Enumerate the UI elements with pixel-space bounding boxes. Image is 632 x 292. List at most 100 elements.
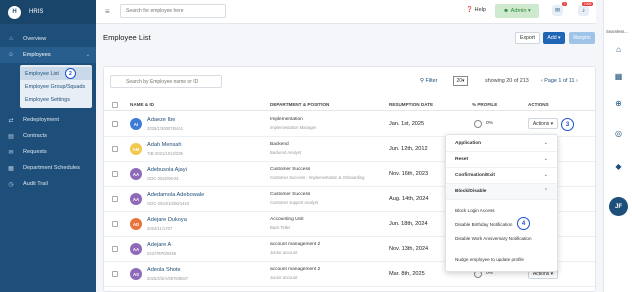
apps-grid-icon[interactable]: ▦ [612,70,625,83]
pagination[interactable]: ‹ Page 1 of 11 › [541,78,578,84]
pager-label: Page 1 of 11 [544,78,575,84]
employee-name-search-input[interactable] [110,75,222,88]
home-icon: ⌂ [9,36,13,42]
sidebar-item-department-schedules[interactable]: ▦ Department Schedules [0,160,96,176]
row-checkbox[interactable] [112,271,118,277]
resync-button[interactable]: Resync [569,32,595,44]
sidebar-item-employees[interactable]: ☺ Employees ⌄ [0,47,96,63]
audit-icon: ◷ [8,181,14,188]
step-callout-4: 4 [517,217,530,230]
row-checkbox[interactable] [112,246,118,252]
employee-name[interactable]: Adejare Dukoya [147,217,187,223]
sidebar-item-label: Department Schedules [23,165,80,171]
employee-name[interactable]: Adaeze Ibe [147,117,175,123]
department: Customer Success [270,167,311,172]
add-button[interactable]: Add ▾ [543,32,565,44]
employee-avatar: AA [130,243,142,255]
request-icon: ✉ [8,149,14,156]
position: Customer support Analyst [270,200,318,205]
menu-item-disable-birthday-notification[interactable]: Disable Birthday Notification [455,222,512,227]
position: Back Teller [270,225,291,230]
menu-item-block-login[interactable]: Block Login Access [455,208,495,213]
employee-avatar: AD [130,218,142,230]
chevron-down-icon: ⌄ [543,140,548,146]
sidebar-item-requests[interactable]: ✉ Requests [0,144,96,160]
employee-name[interactable]: Adejare A [147,242,171,248]
brand[interactable]: H HRIS [0,0,96,24]
employee-name[interactable]: Adeola Shote [147,267,181,273]
submenu-item-employee-list[interactable]: Employee List 2 [20,67,92,80]
select-all-checkbox[interactable] [112,102,118,108]
notification-badge: 1968 [582,2,593,6]
menu-section-application[interactable]: Application ⌄ [446,136,557,152]
profile-progress-icon [474,120,482,128]
sidebar-item-label: Audit Trail [23,181,48,187]
resumption-date: Jan. 1st, 2025 [389,121,425,127]
resumption-date: Jun. 18th, 2024 [389,221,428,227]
document-icon: ▤ [8,133,14,140]
submenu-item-employee-groups[interactable]: Employee Group/Squads [20,80,92,93]
chevron-right-icon[interactable]: › [576,78,578,84]
row-checkbox[interactable] [112,171,118,177]
department: Accounting Unit [270,217,304,222]
page-size-select[interactable]: 20 ▾ [453,76,468,86]
employee-name[interactable]: Adebusola Ajayi [147,167,187,173]
resumption-date: Aug. 14th, 2024 [389,196,429,202]
help-link[interactable]: ❓ Help [466,7,486,13]
support-icon[interactable]: ◎ [612,127,625,140]
employee-search-input[interactable] [120,4,226,18]
position: Junior account [270,250,298,255]
employee-avatar: AS [130,268,142,280]
submenu-item-employee-settings[interactable]: Employee Settings [20,93,92,106]
chevron-up-icon: ⌃ [543,188,548,194]
page-title: Employee List [103,33,151,42]
employee-name[interactable]: Adah Mensah [147,142,182,148]
help-label: Help [474,7,487,13]
calendar-icon: ▦ [8,165,14,172]
filter-button[interactable]: ⚲ Filter [420,78,437,84]
home-icon[interactable]: ⌂ [612,43,625,56]
sidebar-item-redeployment[interactable]: ⇄ Redeployment [0,112,96,128]
position: Junior account [270,275,298,280]
sidebar-item-overview[interactable]: ⌂ Overview [0,31,96,47]
step-callout-3: 3 [561,118,574,131]
row-checkbox[interactable] [112,221,118,227]
menu-section-reset[interactable]: Reset ⌄ [446,152,557,168]
admin-dropdown[interactable]: ☻ Admin ▾ [495,4,539,18]
sidebar-item-label: Overview [23,36,47,42]
menu-item-nudge-profile-update[interactable]: Nudge employee to update profile [455,257,524,262]
user-avatar[interactable]: JF [609,197,628,216]
row-checkbox[interactable] [112,121,118,127]
people-icon: ☺ [7,52,15,58]
export-button[interactable]: Export [515,32,540,44]
resumption-date: Jun. 12th, 2012 [389,146,428,152]
sidebar-item-label: Requests [23,149,47,155]
employee-name[interactable]: Adedamola Adebowale [147,192,204,198]
sidebar-item-audit-trail[interactable]: ◷ Audit Trail [0,176,96,192]
employee-id: TIB-2021/1013/235 [147,151,183,156]
notification-bell-icon[interactable]: ♪ 1968 [578,2,593,16]
employee-id: 0237/RP0/0455 [147,251,177,256]
row-checkbox[interactable] [112,196,118,202]
chevron-down-icon: ▾ [549,120,554,127]
chat-icon[interactable]: ✉ 2 [552,2,567,16]
integration-icon[interactable]: ◆ [612,160,625,173]
row-checkbox[interactable] [112,146,118,152]
header-name: NAME & ID [130,102,154,107]
cart-icon[interactable]: ⊕ [612,97,625,110]
menu-toggle-icon[interactable]: ≡ [105,7,110,16]
step-callout-2: 2 [64,68,76,79]
chevron-down-icon: ▾ [526,8,531,14]
menu-section-confirmation-exit[interactable]: Confirmation/Exit ⌄ [446,168,557,184]
submenu-item-label: Employee List [25,70,59,77]
submenu-item-label: Employee Group/Squads [25,83,86,90]
employee-id: 2025/2/3/A/0576/8847 [147,276,189,281]
chevron-left-icon[interactable]: ‹ [541,78,543,84]
menu-item-disable-anniversary-notification[interactable]: Disable Work Anniversary Notification [455,236,532,241]
sidebar-item-contracts[interactable]: ▤ Contracts [0,128,96,144]
menu-section-block-disable[interactable]: Block/Disable ⌃ [446,184,557,200]
chevron-down-icon: ⌄ [85,52,90,58]
chevron-down-icon: ⌄ [543,172,548,178]
showing-count: showing 20 of 213 [485,78,529,84]
actions-dropdown-button[interactable]: Actions ▾ [528,118,558,129]
